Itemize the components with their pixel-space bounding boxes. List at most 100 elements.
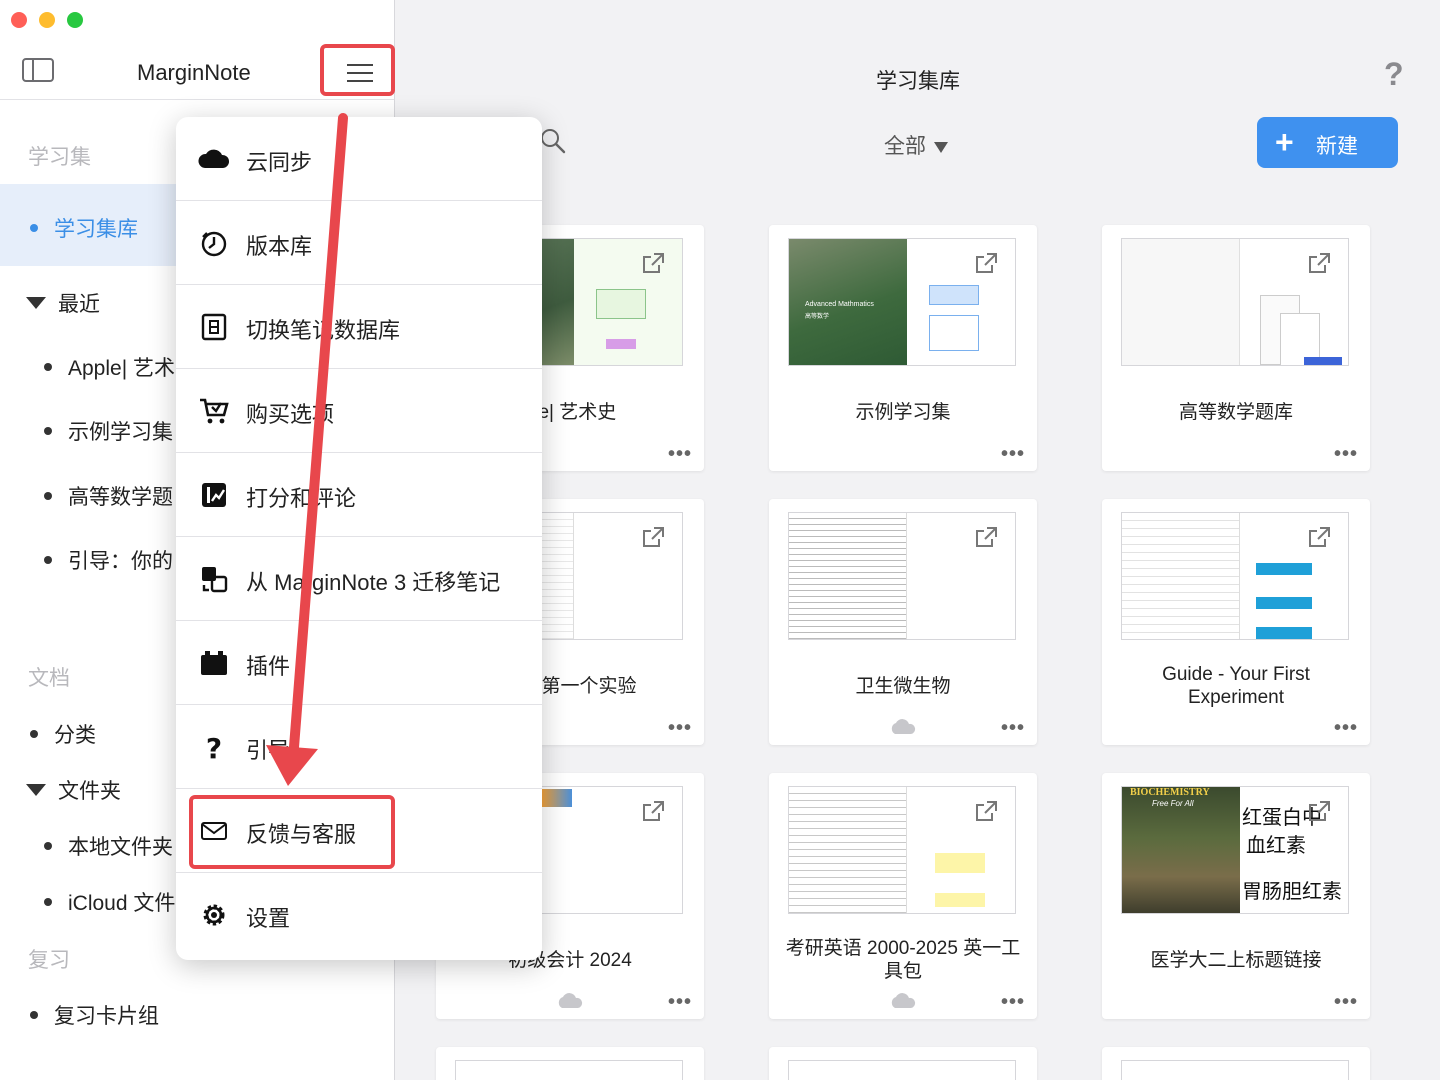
- filter-dropdown[interactable]: 全部: [884, 130, 948, 160]
- hamburger-icon-bar: [347, 72, 373, 74]
- zoom-window-button[interactable]: [67, 12, 83, 28]
- notebook-card[interactable]: 考研英语 2000-2025 英一工具包 •••: [769, 773, 1037, 1019]
- notebook-card[interactable]: Guide - Your First Experiment •••: [1102, 499, 1370, 745]
- open-external-icon[interactable]: [973, 525, 999, 549]
- sidebar-item-recent[interactable]: 最近: [26, 288, 100, 318]
- open-external-icon[interactable]: [973, 251, 999, 275]
- menu-item-versions[interactable]: 版本库: [176, 201, 542, 285]
- sidebar-item-label: 本地文件夹: [68, 836, 173, 859]
- database-icon: [201, 313, 227, 341]
- card-title: 高等数学题库: [1178, 402, 1293, 423]
- sidebar-item-library[interactable]: 学习集库: [30, 213, 138, 243]
- cloud-icon: [198, 149, 230, 168]
- menu-item-label: 切换笔记数据库: [246, 318, 401, 343]
- sidebar-item-recent-2[interactable]: 高等数学题: [44, 481, 173, 511]
- notebook-card[interactable]: 高等数学题库 •••: [1102, 225, 1370, 471]
- bullet-icon: [44, 363, 52, 372]
- more-options-icon[interactable]: •••: [1001, 992, 1025, 1012]
- more-options-icon[interactable]: •••: [668, 992, 692, 1012]
- disclosure-triangle-icon[interactable]: [26, 297, 46, 310]
- menu-item-settings[interactable]: 设置: [176, 873, 542, 957]
- menu-item-rate-review[interactable]: 打分和评论: [176, 453, 542, 537]
- section-documents: 文档: [28, 667, 70, 690]
- menu-item-migrate[interactable]: 从 MarginNote 3 迁移笔记: [176, 537, 542, 621]
- question-icon: ?: [206, 732, 222, 763]
- more-options-icon[interactable]: •••: [668, 718, 692, 738]
- thumb-node: [596, 289, 646, 319]
- card-title: Guide - Your First Experiment: [1162, 664, 1310, 708]
- new-button[interactable]: + 新建: [1257, 117, 1398, 168]
- menu-item-plugins[interactable]: 插件: [176, 621, 542, 705]
- more-options-icon[interactable]: •••: [1334, 992, 1358, 1012]
- thumb-node: [935, 853, 985, 873]
- thumb-page: [789, 513, 907, 639]
- sidebar-item-recent-3[interactable]: 引导：你的: [44, 545, 173, 575]
- open-external-icon[interactable]: [1306, 251, 1332, 275]
- feedback-highlight-box: [189, 795, 395, 869]
- sidebar-item-icloud[interactable]: iCloud 文件: [44, 887, 175, 917]
- notebook-card[interactable]: [436, 1047, 704, 1080]
- sidebar-item-categories[interactable]: 分类: [30, 719, 96, 749]
- menu-item-label: 设置: [246, 906, 291, 931]
- thumb-node: [929, 285, 979, 305]
- sidebar-item-label: 文件夹: [58, 780, 121, 803]
- bullet-icon: [44, 492, 52, 501]
- notebook-card[interactable]: 卫生微生物 •••: [769, 499, 1037, 745]
- sidebar-item-label: 示例学习集: [68, 421, 173, 444]
- open-external-icon[interactable]: [640, 799, 666, 823]
- divider: [0, 99, 394, 100]
- history-icon: [201, 231, 227, 257]
- open-external-icon[interactable]: [973, 799, 999, 823]
- card-thumbnail: [1121, 1060, 1349, 1080]
- sidebar-item-local-folder[interactable]: 本地文件夹: [44, 831, 173, 861]
- open-external-icon[interactable]: [1306, 525, 1332, 549]
- menu-item-switch-database[interactable]: 切换笔记数据库: [176, 285, 542, 369]
- open-external-icon[interactable]: [640, 251, 666, 275]
- disclosure-triangle-icon[interactable]: [26, 784, 46, 797]
- minimize-window-button[interactable]: [39, 12, 55, 28]
- more-options-icon[interactable]: •••: [1001, 444, 1025, 464]
- menu-item-purchase[interactable]: 购买选项: [176, 369, 542, 453]
- notebook-card[interactable]: BIOCHEMISTRY Free For All 红蛋白中 血红素 胃肠胆红素…: [1102, 773, 1370, 1019]
- menu-item-label: 版本库: [246, 234, 313, 259]
- sidebar-item-recent-0[interactable]: Apple| 艺术: [44, 352, 175, 382]
- thumb-node: [929, 315, 979, 351]
- bullet-icon: [30, 730, 38, 739]
- sidebar-item-flashcards[interactable]: 复习卡片组: [30, 1000, 159, 1030]
- sidebar-item-folders[interactable]: 文件夹: [26, 775, 121, 805]
- sidebar-item-label: 学习集库: [54, 218, 138, 241]
- menu-item-cloud-sync[interactable]: 云同步: [176, 117, 542, 201]
- sidebar-item-recent-1[interactable]: 示例学习集: [44, 416, 173, 446]
- plugin-icon: [201, 651, 227, 675]
- notebook-card[interactable]: [769, 1047, 1037, 1080]
- search-icon[interactable]: [540, 128, 566, 154]
- notebook-card[interactable]: [1102, 1047, 1370, 1080]
- sidebar-item-label: 复习卡片组: [54, 1005, 159, 1028]
- filter-label: 全部: [884, 135, 926, 158]
- card-title: 卫生微生物: [855, 676, 951, 697]
- menu-item-label: 插件: [246, 654, 291, 679]
- more-options-icon[interactable]: •••: [1001, 718, 1025, 738]
- close-window-button[interactable]: [11, 12, 27, 28]
- menu-item-guide[interactable]: ? 引导: [176, 705, 542, 789]
- thumb-text: 血红素: [1246, 833, 1306, 857]
- thumb-node: [1256, 563, 1312, 575]
- more-options-icon[interactable]: •••: [1334, 718, 1358, 738]
- more-options-icon[interactable]: •••: [668, 444, 692, 464]
- menu-item-label: 打分和评论: [246, 486, 357, 511]
- thumb-text: BIOCHEMISTRY: [1130, 787, 1210, 798]
- sidebar-item-label: 引导：你的: [68, 550, 173, 573]
- bullet-icon: [44, 898, 52, 907]
- card-title: 考研英语 2000-2025 英一工具包: [785, 938, 1021, 982]
- thumb-text: 高等数学: [805, 314, 830, 320]
- new-button-label: 新建: [1316, 135, 1358, 158]
- help-icon[interactable]: ?: [1384, 56, 1404, 93]
- sidebar-toggle-icon[interactable]: [22, 58, 54, 82]
- notebook-card[interactable]: Advanced Mathmatics 高等数学 示例学习集 •••: [769, 225, 1037, 471]
- hamburger-menu-button[interactable]: [320, 44, 395, 96]
- open-external-icon[interactable]: [1306, 799, 1332, 823]
- thumb-text: Free For All: [1152, 799, 1194, 808]
- more-options-icon[interactable]: •••: [1334, 444, 1358, 464]
- open-external-icon[interactable]: [640, 525, 666, 549]
- menu-item-label: 从 MarginNote 3 迁移笔记: [246, 570, 501, 595]
